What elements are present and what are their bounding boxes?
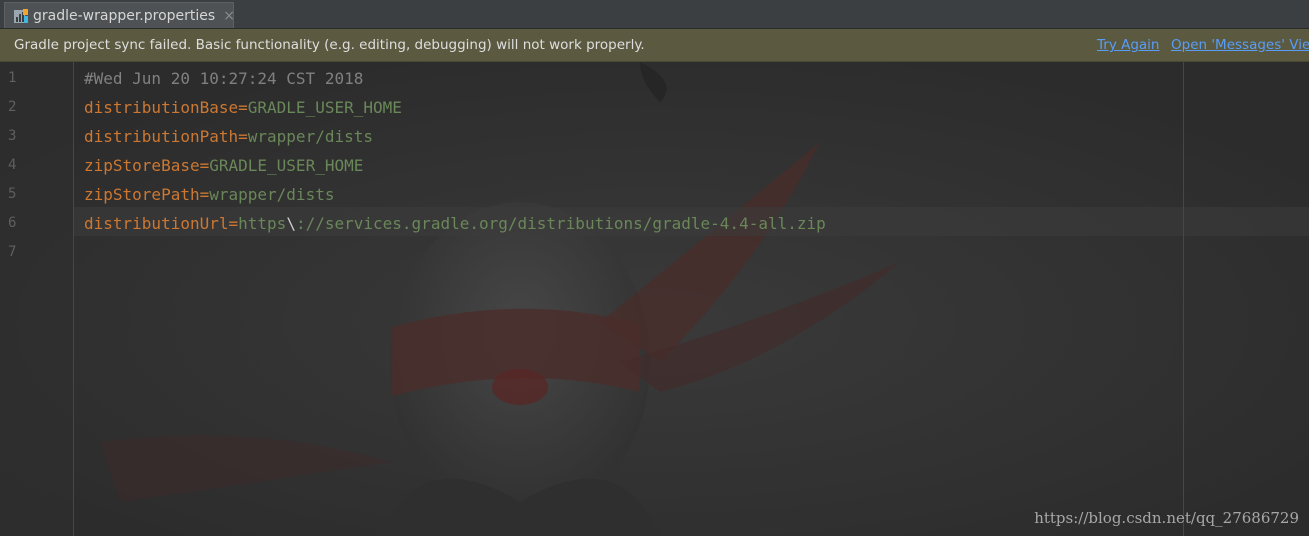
open-messages-link[interactable]: Open 'Messages' Vie [1171, 37, 1309, 53]
right-margin-guide [1183, 62, 1184, 536]
try-again-link[interactable]: Try Again [1097, 37, 1159, 53]
equals-sign: = [238, 127, 248, 146]
property-value: GRADLE_USER_HOME [209, 156, 364, 175]
properties-file-icon [13, 8, 29, 24]
line-number: 2 [8, 99, 17, 115]
close-icon[interactable]: × [223, 8, 235, 24]
tab-label: gradle-wrapper.properties [33, 7, 216, 24]
property-value: wrapper/dists [209, 185, 335, 204]
line-number-gutter: 1 2 3 4 5 6 7 [0, 62, 74, 536]
escape-char: \ [286, 214, 296, 233]
comment-text: #Wed Jun 20 10:27:24 CST 2018 [84, 69, 364, 88]
line-number: 3 [8, 128, 17, 144]
equals-sign: = [238, 98, 248, 117]
sync-failed-banner: Gradle project sync failed. Basic functi… [0, 29, 1309, 62]
line-number: 4 [8, 157, 17, 173]
line-number: 1 [8, 70, 17, 86]
property-key: zipStorePath [84, 185, 200, 204]
code-line-2[interactable]: distributionBase=GRADLE_USER_HOME [84, 93, 402, 122]
line-number: 7 [8, 244, 17, 260]
tab-gradle-wrapper-properties[interactable]: gradle-wrapper.properties × [4, 2, 235, 28]
code-line-4[interactable]: zipStoreBase=GRADLE_USER_HOME [84, 151, 363, 180]
code-line-3[interactable]: distributionPath=wrapper/dists [84, 122, 373, 151]
property-key: distributionPath [84, 127, 239, 146]
code-line-5[interactable]: zipStorePath=wrapper/dists [84, 180, 334, 209]
line-number: 6 [8, 215, 17, 231]
watermark: https://blog.csdn.net/qq_27686729 [1034, 509, 1299, 527]
code-line-6[interactable]: distributionUrl=https\://services.gradle… [84, 209, 826, 238]
property-key: distributionUrl [84, 214, 229, 233]
property-value: https [238, 214, 287, 233]
code-editor[interactable]: 1 2 3 4 5 6 7 #Wed Jun 20 10:27:24 CST 2… [0, 62, 1309, 536]
ide-window: gradle-wrapper.properties × Gradle proje… [0, 0, 1309, 536]
code-line-1[interactable]: #Wed Jun 20 10:27:24 CST 2018 [84, 64, 363, 93]
property-key: distributionBase [84, 98, 239, 117]
property-value: ://services.gradle.org/distributions/gra… [295, 214, 826, 233]
equals-sign: = [199, 156, 210, 175]
banner-message: Gradle project sync failed. Basic functi… [14, 37, 645, 53]
property-value: GRADLE_USER_HOME [247, 98, 402, 117]
line-number: 5 [8, 186, 17, 202]
property-value: wrapper/dists [247, 127, 373, 146]
equals-sign: = [199, 185, 210, 204]
editor-tab-bar: gradle-wrapper.properties × [0, 0, 1309, 29]
property-key: zipStoreBase [84, 156, 200, 175]
equals-sign: = [228, 214, 239, 233]
